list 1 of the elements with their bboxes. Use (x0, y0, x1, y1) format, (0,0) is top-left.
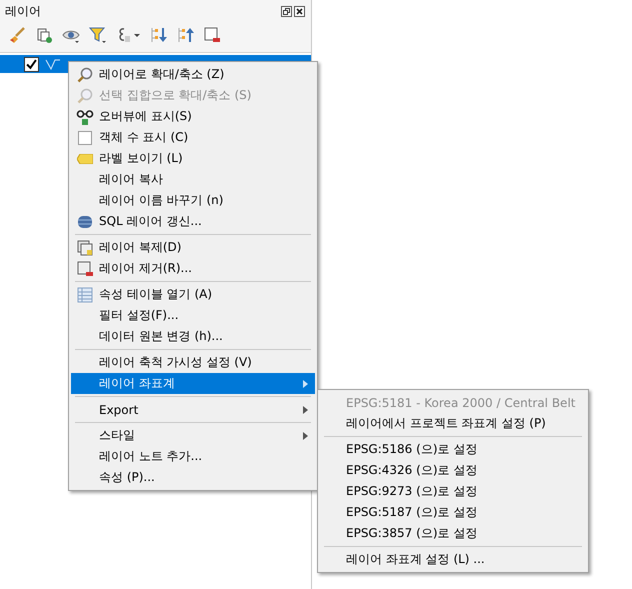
panel-title: 레이어 (5, 2, 41, 20)
